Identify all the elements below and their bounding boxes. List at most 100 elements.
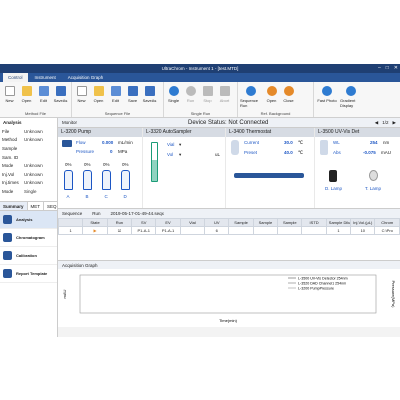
table-cell[interactable]: P1-A-1 — [131, 226, 157, 235]
sequence-saveas-button[interactable]: SaveAs — [142, 84, 157, 110]
table-row[interactable]: 1 ▶ ☑ P1-A-1 P1-A-1 6 1 10 C:\Pro — [57, 226, 400, 235]
column-header[interactable]: Sample — [277, 218, 303, 227]
table-cell[interactable]: 6 — [204, 226, 230, 235]
gradient-display-button[interactable]: Gradient Display — [340, 84, 362, 110]
summary-tabs: Summary MET SEQ — [0, 200, 61, 210]
sequence-run-icon — [246, 86, 256, 96]
vol-dropdown-icon[interactable]: ▾ — [179, 152, 181, 158]
menu-tab-control[interactable]: Control — [3, 73, 28, 82]
thermometer-icon — [231, 140, 239, 155]
nav-item-report-template[interactable]: Report Template — [0, 265, 57, 283]
nav-item-calibration[interactable]: Calibration — [0, 247, 57, 265]
run-button[interactable]: Run — [183, 84, 198, 110]
ref-open-button[interactable]: Open — [264, 84, 279, 110]
sequence-edit-button[interactable]: Edit — [108, 84, 123, 110]
open-icon — [266, 86, 277, 96]
table-cell[interactable]: ☑ — [106, 226, 133, 235]
pressure-label: Pressure — [76, 149, 95, 154]
table-cell[interactable] — [277, 226, 303, 235]
method-saveas-button[interactable]: SaveAs — [53, 84, 68, 110]
column-header[interactable]: Sample — [252, 218, 279, 227]
analysis-row-value: Unknown — [24, 163, 43, 169]
ribbon-group-display: Fast Photo Gradient Display — [314, 82, 374, 117]
menu-tab-instrument[interactable]: Instrument — [30, 73, 61, 82]
column-header[interactable]: Sample — [228, 218, 254, 227]
table-cell[interactable]: 1 — [57, 226, 84, 235]
analysis-row-value: Unknown — [24, 128, 43, 134]
abort-button[interactable]: Abort — [217, 84, 232, 110]
table-cell[interactable] — [179, 226, 206, 235]
fast-photo-button[interactable]: Fast Photo — [316, 84, 338, 110]
sequence-run-button[interactable]: Sequence Run — [240, 84, 262, 110]
analysis-row-key: Mode — [2, 163, 14, 169]
abort-icon — [219, 86, 230, 96]
column-header[interactable]: Chrom — [374, 218, 400, 227]
table-cell[interactable] — [228, 226, 254, 235]
state-icon[interactable]: ▶ — [82, 226, 108, 235]
sequence-new-button[interactable]: New — [74, 84, 89, 110]
table-cell[interactable]: 1 — [325, 226, 352, 235]
analysis-row: Mode Single — [0, 187, 57, 196]
column-header[interactable]: State — [82, 218, 108, 227]
ribbon-group-ref-background: Sequence Run Open Close Ref. Background — [238, 82, 314, 117]
play-icon — [185, 86, 196, 96]
column-header[interactable]: Vial — [179, 218, 206, 227]
vol-unit: uL — [215, 152, 221, 157]
sequence-open-button[interactable]: Open — [91, 84, 106, 110]
table-cell[interactable]: C:\Pro — [374, 226, 400, 235]
close-button[interactable]: ✕ — [394, 64, 398, 73]
autosampler-module: L-3320 AutoSampler Vial ▾ Vol ▾ uL — [143, 128, 225, 208]
next-page-icon[interactable]: ▶ — [393, 120, 396, 126]
graph-ylabel-left: mAU — [62, 289, 67, 298]
column-header[interactable]: UV — [204, 218, 230, 227]
analysis-row: Inj.Vol Unknown — [0, 170, 57, 179]
maximize-button[interactable]: □ — [386, 64, 389, 73]
table-cell[interactable] — [252, 226, 279, 235]
analysis-row: File Unknown — [0, 127, 57, 136]
camera-icon — [322, 86, 332, 96]
monitor-pager: ◀ 1/2 ▶ — [375, 120, 396, 126]
stop-icon — [202, 86, 213, 96]
gradient-icon — [346, 86, 356, 96]
tab-met[interactable]: MET — [28, 201, 45, 210]
minimize-button[interactable]: – — [378, 64, 381, 73]
uvvis-module: L-3500 UV-Vis Det WL 254 nm Abs -0.075 m… — [315, 128, 400, 208]
single-run-icon — [168, 86, 179, 96]
table-cell[interactable] — [301, 226, 327, 235]
sequence-save-button[interactable]: Save — [125, 84, 140, 110]
flow-value: 0.000 — [102, 140, 114, 145]
table-cell[interactable]: 10 — [350, 226, 376, 235]
pump-title: L-3200 Pump — [58, 128, 142, 137]
analysis-row: Method Unknown — [0, 136, 57, 145]
vial-dropdown-icon[interactable]: ▾ — [179, 142, 181, 148]
column-header[interactable]: SV — [131, 218, 157, 227]
menu-tab-acquisition-graph[interactable]: Acquisition Graph — [63, 73, 109, 82]
analysis-row: Inj.times Unknown — [0, 179, 57, 188]
table-cell[interactable]: P1-A-1 — [155, 226, 181, 235]
column-header[interactable]: Run — [106, 218, 133, 227]
stop-button[interactable]: Stop — [200, 84, 215, 110]
edit-icon — [110, 86, 121, 96]
ref-close-button[interactable]: Close — [281, 84, 296, 110]
graph-xlabel: Time(min) — [219, 318, 238, 323]
nav-item-analysis[interactable]: Analysis — [0, 210, 57, 229]
column-header[interactable]: ISTD — [301, 218, 327, 227]
single-button[interactable]: Single — [166, 84, 181, 110]
preset-unit: ℃ — [298, 150, 304, 155]
method-edit-button[interactable]: Edit — [36, 84, 51, 110]
detector-icon — [320, 140, 328, 155]
prev-page-icon[interactable]: ◀ — [375, 120, 378, 126]
abs-value: -0.075 — [363, 150, 376, 155]
column-header[interactable]: Inj.Vol.(μL) — [350, 218, 376, 227]
method-new-button[interactable]: New — [2, 84, 17, 110]
ribbon-group-label — [314, 110, 374, 117]
column-header[interactable] — [57, 218, 84, 227]
d-lamp-icon — [329, 170, 337, 182]
method-open-button[interactable]: Open — [19, 84, 34, 110]
column-header[interactable]: Sample Dilut. — [325, 218, 352, 227]
tab-summary[interactable]: Summary — [0, 201, 28, 210]
column-header[interactable]: EV — [155, 218, 181, 227]
nav-item-chromatogram[interactable]: Chromatogram — [0, 229, 57, 247]
sequence-table-area: State Run SV EV Vial UV Sample Sample Sample ISTD… — [57, 218, 400, 260]
ribbon-group-label: Ref. Background — [260, 111, 291, 116]
